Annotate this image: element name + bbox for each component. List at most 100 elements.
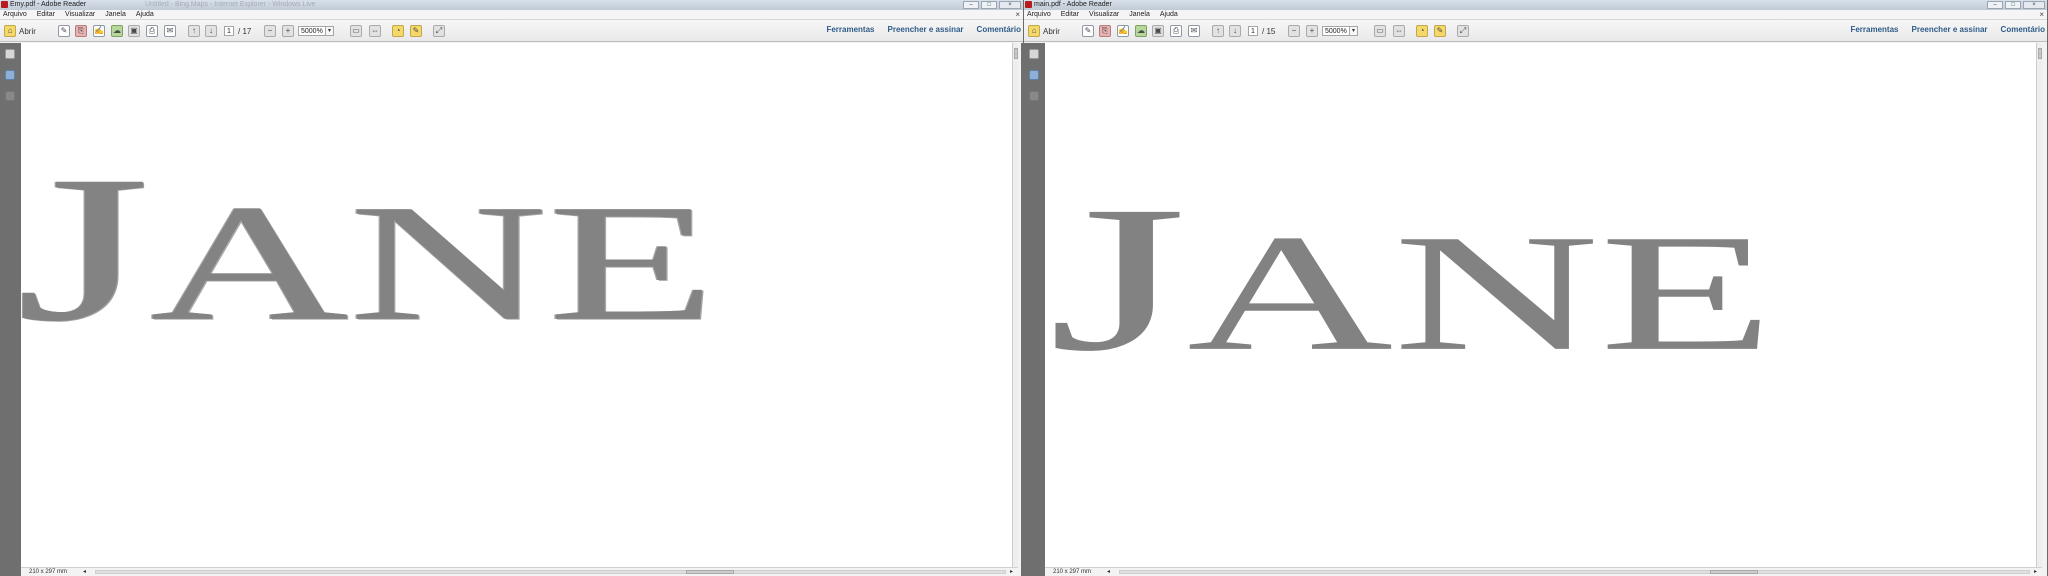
menu-editar[interactable]: Editar <box>37 10 55 19</box>
status-bar: 210 x 297 mm ◂ ▸ <box>21 567 1018 576</box>
menu-janela[interactable]: Janela <box>105 10 126 19</box>
pages-icon[interactable] <box>1029 49 1039 59</box>
zoom-in-button[interactable]: + <box>282 24 294 38</box>
save-button[interactable]: ▣ <box>128 24 140 38</box>
fit-page-button[interactable]: ▭ <box>1374 24 1386 38</box>
create-pdf-button[interactable]: ✎ <box>1082 24 1094 38</box>
fit-width-button[interactable]: ⇔ <box>369 24 381 38</box>
page-input[interactable]: 1 <box>1248 24 1258 38</box>
maximize-button[interactable]: □ <box>2005 1 2021 9</box>
zoom-value[interactable]: 5000% <box>1322 26 1350 36</box>
export-pdf-button[interactable]: ⎘ <box>75 24 87 38</box>
next-page-button[interactable]: ↓ <box>205 24 217 38</box>
menu-ajuda[interactable]: Ajuda <box>1160 10 1178 19</box>
scroll-right-icon[interactable]: ▸ <box>1010 568 1013 576</box>
create-pdf-button[interactable]: ✎ <box>58 24 70 38</box>
fit-width-button[interactable]: ⇔ <box>1393 24 1405 38</box>
zoom-selector[interactable]: 5000% ▾ <box>1322 24 1358 38</box>
arrow-down-icon: ↓ <box>1229 25 1241 37</box>
bookmark-icon[interactable] <box>5 70 15 80</box>
email-button[interactable]: ✉ <box>1188 24 1200 38</box>
export-pdf-button[interactable]: ⎘ <box>1099 24 1111 38</box>
bookmark-icon[interactable] <box>1029 70 1039 80</box>
maximize-button[interactable]: □ <box>981 1 997 9</box>
chevron-down-icon[interactable]: ▾ <box>326 26 334 36</box>
vertical-scroll-thumb[interactable] <box>2038 48 2042 59</box>
fill-sign-link[interactable]: Preencher e assinar <box>888 25 964 34</box>
email-button[interactable]: ✉ <box>164 24 176 38</box>
vertical-scrollbar[interactable] <box>2036 43 2042 567</box>
zoom-out-button[interactable]: − <box>1288 24 1300 38</box>
comment-button[interactable]: ◔ <box>1416 24 1428 38</box>
comment-link[interactable]: Comentário <box>977 25 1021 34</box>
fit-page-button[interactable]: ▭ <box>350 24 362 38</box>
background-window-title: Untitled - Bing Maps - Internet Explorer… <box>145 1 316 8</box>
adobe-reader-icon <box>1 1 8 8</box>
comment-icon: ◔ <box>392 25 404 37</box>
menu-arquivo[interactable]: Arquivo <box>1027 10 1051 19</box>
comment-button[interactable]: ◔ <box>392 24 404 38</box>
vertical-scroll-thumb[interactable] <box>1014 48 1018 59</box>
horizontal-scroll-thumb[interactable] <box>686 570 734 574</box>
page-input[interactable]: 1 <box>224 24 234 38</box>
comment-link[interactable]: Comentário <box>2001 25 2045 34</box>
menu-editar[interactable]: Editar <box>1061 10 1079 19</box>
horizontal-scroll-track[interactable] <box>95 570 1006 574</box>
menu-arquivo[interactable]: Arquivo <box>3 10 27 19</box>
horizontal-scroll-thumb[interactable] <box>1710 570 1758 574</box>
cloud-button[interactable]: ☁ <box>1135 24 1147 38</box>
scroll-right-icon[interactable]: ▸ <box>2034 568 2037 576</box>
page-size: 210 x 297 mm <box>1053 569 1092 575</box>
fill-sign-link[interactable]: Preencher e assinar <box>1912 25 1988 34</box>
print-button[interactable]: ⎙ <box>1170 24 1182 38</box>
menu-ajuda[interactable]: Ajuda <box>136 10 154 19</box>
scroll-left-icon[interactable]: ◂ <box>1107 568 1110 576</box>
zoom-out-button[interactable]: − <box>264 24 276 38</box>
close-button[interactable]: × <box>999 1 1021 9</box>
toolbar: ⌂ Abrir ✎ ⎘ ✍ ☁ ▣ ⎙ ✉ ↑ ↓ 1 / 15 − + 500… <box>1024 20 2047 42</box>
previous-page-button[interactable]: ↑ <box>1212 24 1224 38</box>
document-text-jane: JANE <box>1048 175 1774 384</box>
menu-bar: Arquivo Editar Visualizar Janela Ajuda × <box>0 10 1023 20</box>
save-button[interactable]: ▣ <box>1152 24 1164 38</box>
highlight-button[interactable]: ✎ <box>1434 24 1446 38</box>
cloud-button[interactable]: ☁ <box>111 24 123 38</box>
open-button[interactable]: ⌂ Abrir <box>4 24 44 38</box>
next-page-button[interactable]: ↓ <box>1229 24 1241 38</box>
zoom-value[interactable]: 5000% <box>298 26 326 36</box>
previous-page-button[interactable]: ↑ <box>188 24 200 38</box>
zoom-selector[interactable]: 5000% ▾ <box>298 24 334 38</box>
minimize-button[interactable]: – <box>963 1 979 9</box>
edit-pdf-button[interactable]: ✍ <box>93 24 105 38</box>
document-view[interactable]: JANE 210 x 297 mm ◂ ▸ <box>21 43 1018 576</box>
chevron-down-icon[interactable]: ▾ <box>1350 26 1358 36</box>
document-view[interactable]: JANE 210 x 297 mm ◂ ▸ <box>1045 43 2042 576</box>
window-controls: – □ × <box>963 0 1021 10</box>
tools-link[interactable]: Ferramentas <box>1850 25 1898 34</box>
open-button[interactable]: ⌂ Abrir <box>1028 24 1068 38</box>
edit-pdf-button[interactable]: ✍ <box>1117 24 1129 38</box>
tools-link[interactable]: Ferramentas <box>826 25 874 34</box>
print-button[interactable]: ⎙ <box>146 24 158 38</box>
navigation-pane <box>0 43 21 576</box>
highlight-button[interactable]: ✎ <box>410 24 422 38</box>
pages-icon[interactable] <box>5 49 15 59</box>
menu-close-icon[interactable]: × <box>1015 10 1020 20</box>
email-icon: ✉ <box>164 25 176 37</box>
menu-close-icon[interactable]: × <box>2039 10 2044 20</box>
pen-icon[interactable] <box>5 91 15 101</box>
zoom-in-button[interactable]: + <box>1306 24 1318 38</box>
menu-visualizar[interactable]: Visualizar <box>65 10 95 19</box>
expand-button[interactable]: ⤢ <box>433 24 445 38</box>
horizontal-scroll-track[interactable] <box>1119 570 2030 574</box>
expand-button[interactable]: ⤢ <box>1457 24 1469 38</box>
page-total: / 17 <box>238 26 252 36</box>
menu-janela[interactable]: Janela <box>1129 10 1150 19</box>
close-button[interactable]: × <box>2023 1 2045 9</box>
jane-rest: ANE <box>1186 200 1774 386</box>
vertical-scrollbar[interactable] <box>1012 43 1018 567</box>
scroll-left-icon[interactable]: ◂ <box>83 568 86 576</box>
minimize-button[interactable]: – <box>1987 1 2003 9</box>
menu-visualizar[interactable]: Visualizar <box>1089 10 1119 19</box>
pen-icon[interactable] <box>1029 91 1039 101</box>
